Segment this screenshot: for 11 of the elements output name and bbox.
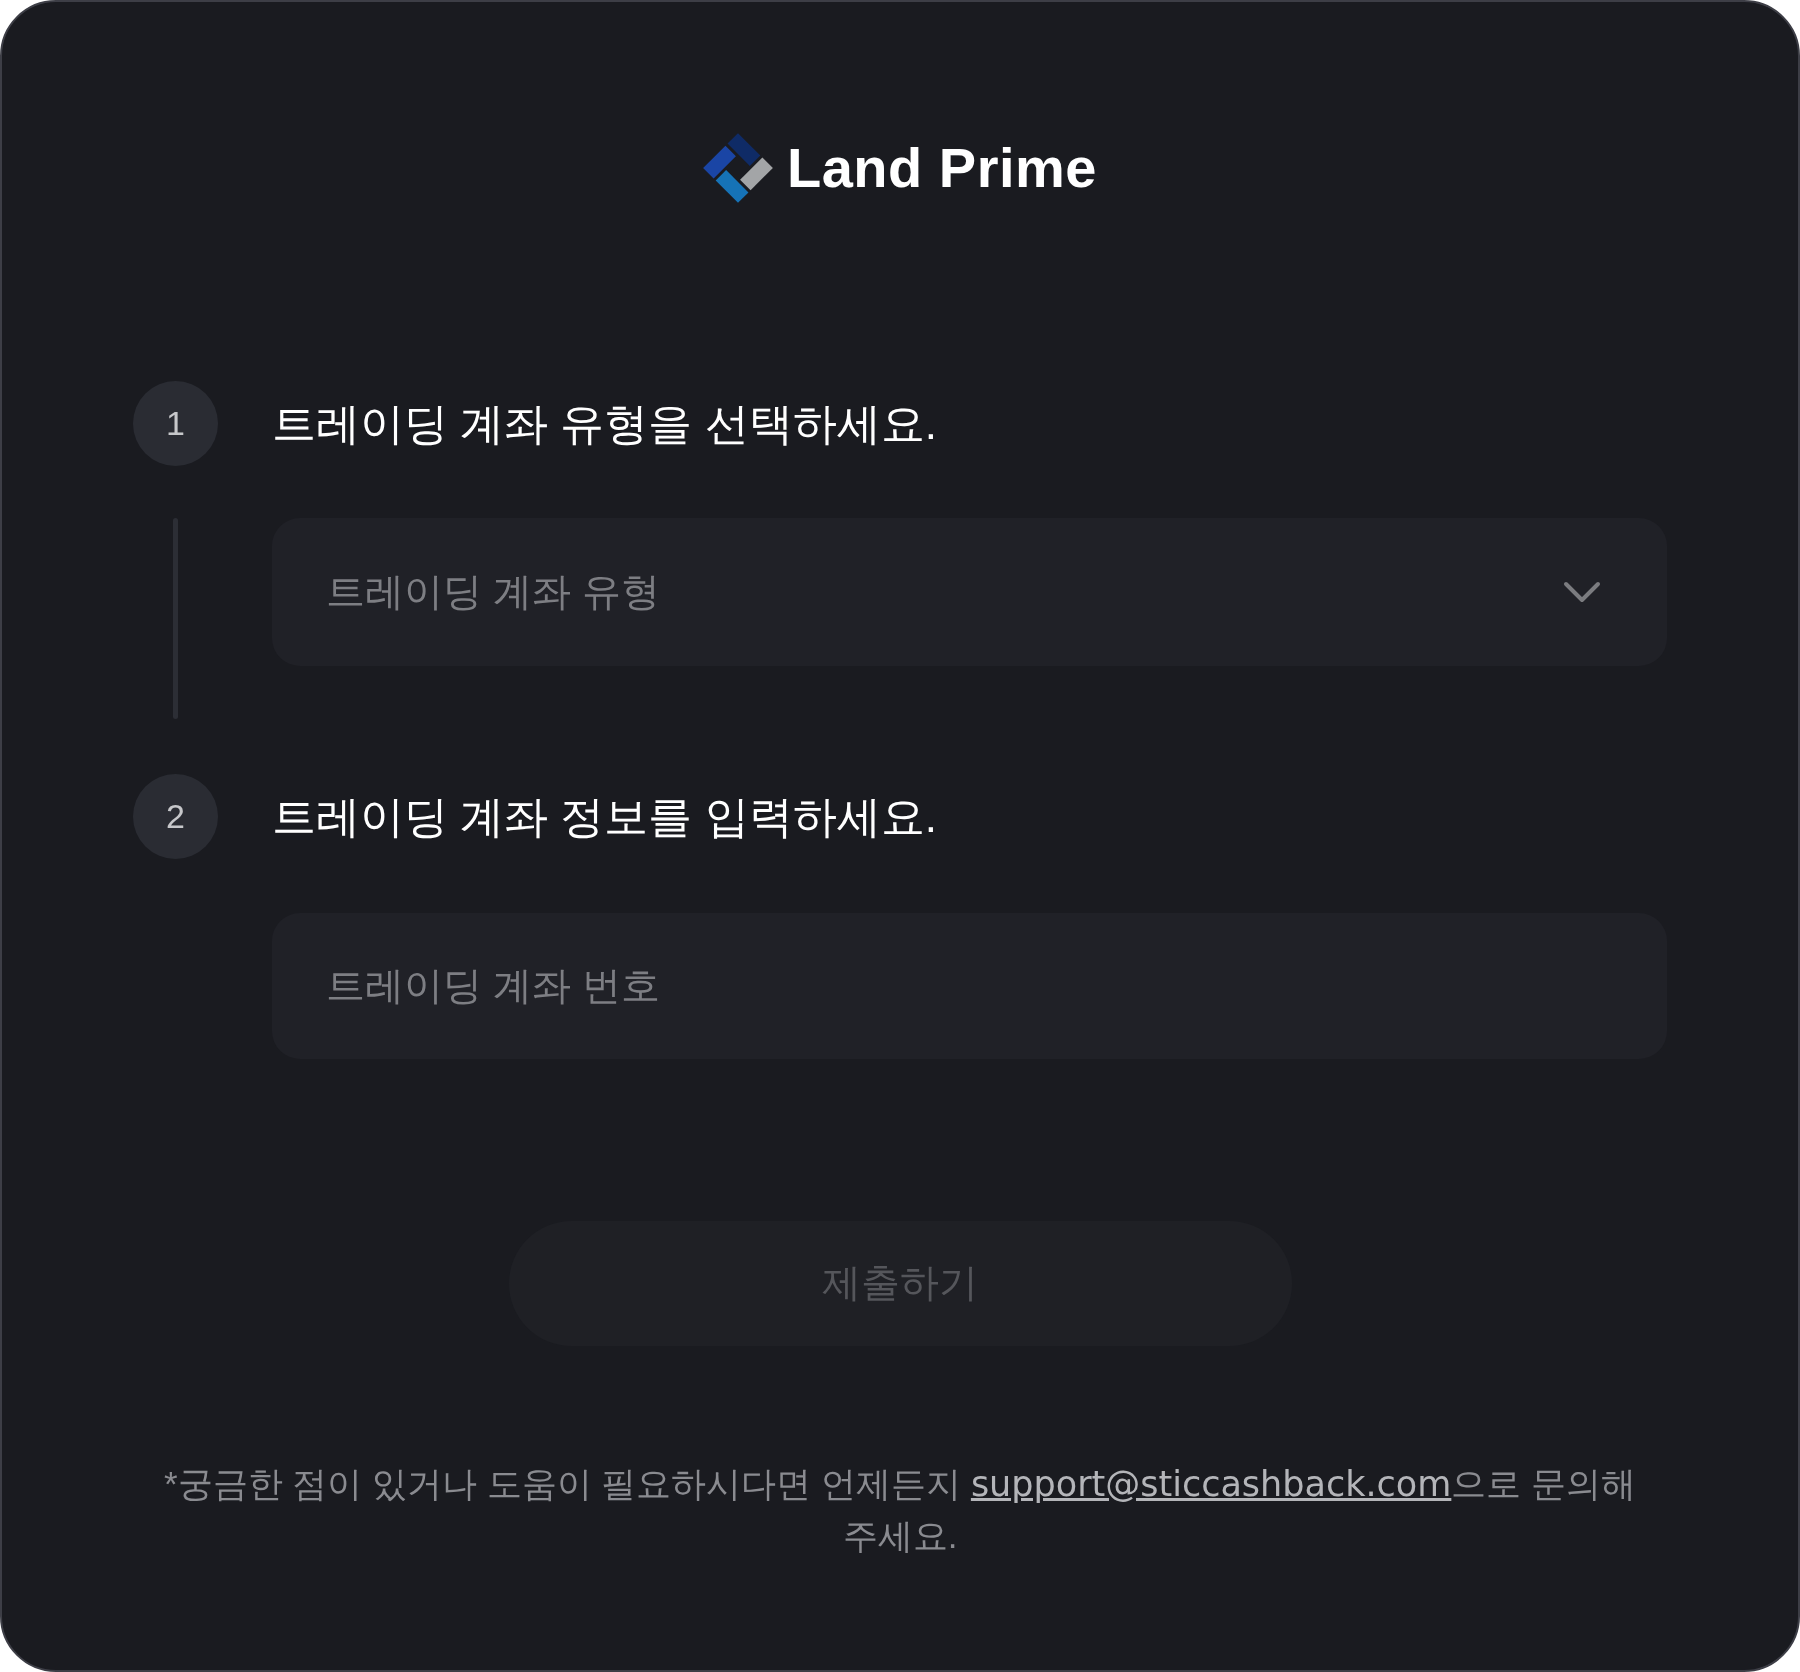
account-number-input[interactable]: 트레이딩 계좌 번호 xyxy=(272,913,1667,1059)
step-number: 1 xyxy=(133,381,218,466)
step-title: 트레이딩 계좌 정보를 입력하세요. xyxy=(272,794,937,839)
account-type-select[interactable]: 트레이딩 계좌 유형 xyxy=(272,518,1667,666)
logo-wordmark: Land Prime xyxy=(787,140,1097,196)
help-note: *궁금한 점이 있거나 도움이 필요하시다면 언제든지 support@sticcashback.com으로 문의해 주세요. xyxy=(162,1463,1638,1557)
step-number: 2 xyxy=(133,774,218,859)
diamond-logo-icon xyxy=(703,133,773,203)
step-title: 트레이딩 계좌 유형을 선택하세요. xyxy=(272,401,937,446)
chevron-down-icon xyxy=(1563,581,1601,603)
support-email-link[interactable]: support@sticcashback.com xyxy=(970,1464,1452,1504)
